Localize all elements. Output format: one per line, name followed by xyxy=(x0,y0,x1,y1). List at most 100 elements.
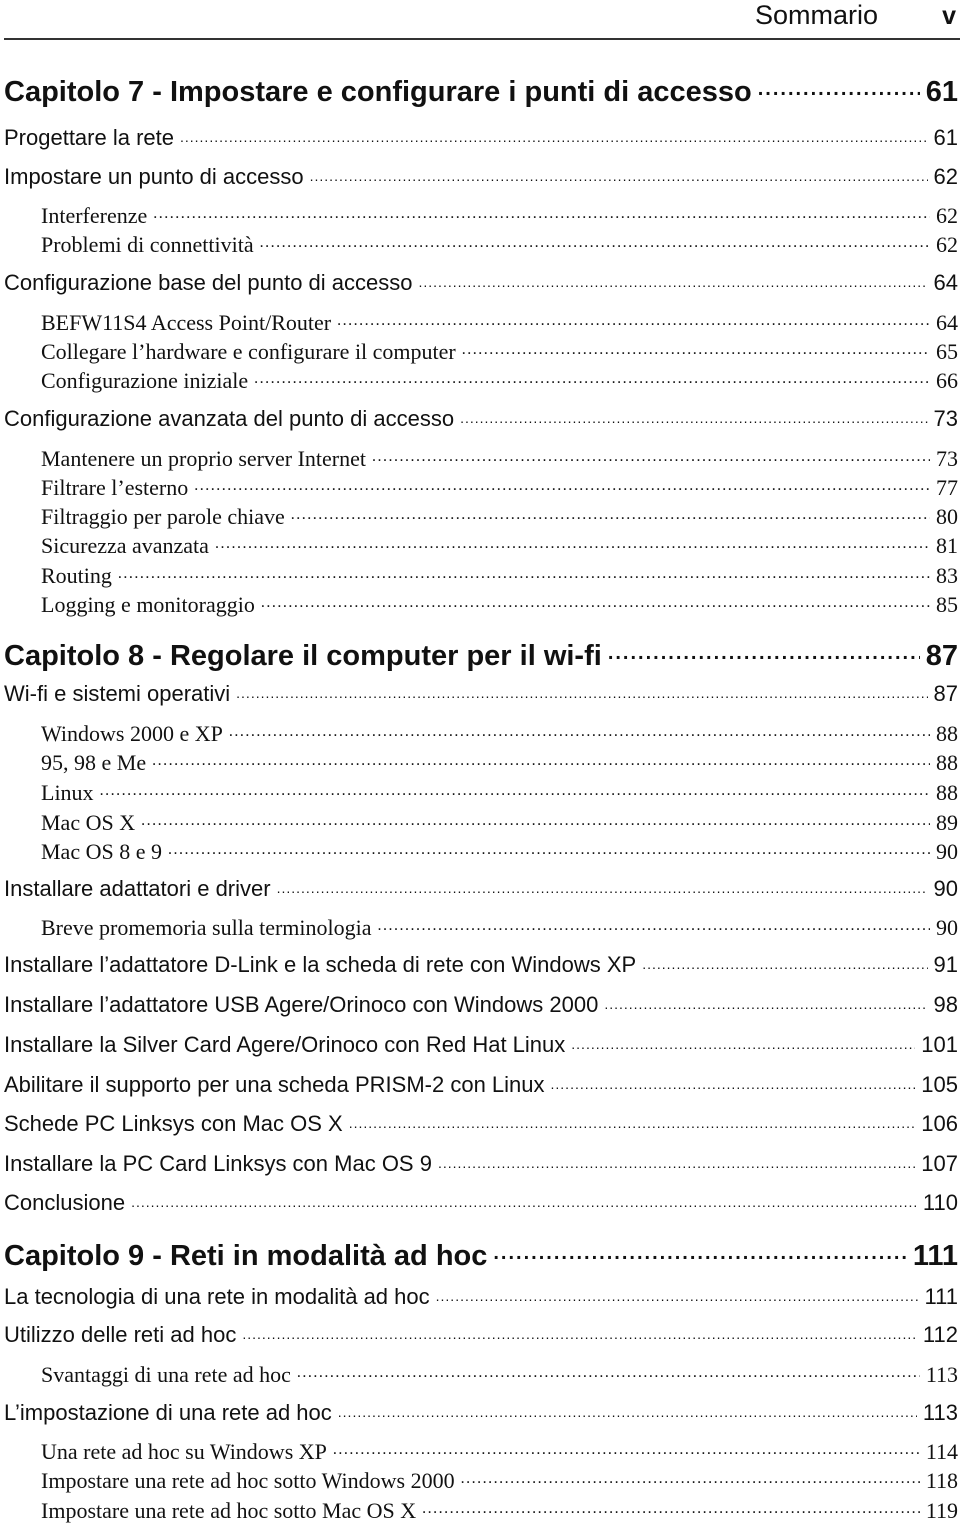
dot-leader xyxy=(141,808,930,830)
toc-entry-section[interactable]: Utilizzo delle reti ad hoc 112 xyxy=(0,1320,958,1348)
toc-entry-page-number: 110 xyxy=(922,1190,958,1215)
toc-entry-title: 95, 98 e Me xyxy=(41,750,147,775)
toc-entry-section[interactable]: Installare adattatori e driver 90 xyxy=(0,874,958,902)
toc-entry-title: Mac OS 8 e 9 xyxy=(41,839,162,864)
toc-entry-page-number: 88 xyxy=(936,750,958,775)
toc-entry-section[interactable]: Configurazione base del punto di accesso… xyxy=(0,268,958,296)
dot-leader xyxy=(229,719,930,741)
dot-leader xyxy=(131,1188,917,1210)
toc-entry-sub[interactable]: Mac OS 8 e 9 90 xyxy=(0,837,958,865)
toc-entry-section[interactable]: Conclusione 110 xyxy=(0,1188,958,1216)
toc-entry-sub[interactable]: Una rete ad hoc su Windows XP 114 xyxy=(0,1437,958,1465)
toc-entry-sub[interactable]: BEFW11S4 Access Point/Router 64 xyxy=(0,308,958,336)
toc-entry-title: Utilizzo delle reti ad hoc xyxy=(4,1322,237,1347)
toc-entry-section[interactable]: Schede PC Linksys con Mac OS X 106 xyxy=(0,1109,958,1137)
running-header: Sommario v xyxy=(0,0,960,38)
toc-entry-sub[interactable]: Collegare l’hardware e configurare il co… xyxy=(0,337,958,365)
dot-leader xyxy=(758,72,920,101)
toc-entry-title: Configurazione avanzata del punto di acc… xyxy=(4,406,455,431)
toc-entry-page-number: 113 xyxy=(925,1362,958,1387)
toc-entry-sub[interactable]: Impostare una rete ad hoc sotto Mac OS X… xyxy=(0,1496,958,1524)
toc-entry-sub[interactable]: Logging e monitoraggio 85 xyxy=(0,590,958,618)
toc-entry-page-number: 113 xyxy=(922,1400,958,1425)
toc-entry-section[interactable]: L’impostazione di una rete ad hoc 113 xyxy=(0,1398,958,1426)
toc-entry-sub[interactable]: Configurazione iniziale 66 xyxy=(0,366,958,394)
toc-entry-title: Una rete ad hoc su Windows XP xyxy=(41,1439,327,1464)
toc-entry-sub[interactable]: Breve promemoria sulla terminologia 90 xyxy=(0,913,958,941)
toc-entry-sub[interactable]: Filtrare l’esterno 77 xyxy=(0,473,958,501)
toc-entry-sub[interactable]: Mac OS X 89 xyxy=(0,808,958,836)
toc-entry-page-number: 83 xyxy=(936,563,958,588)
toc-entry-section[interactable]: Configurazione avanzata del punto di acc… xyxy=(0,404,958,432)
toc-entry-page-number: 105 xyxy=(921,1072,958,1097)
toc-entry-section[interactable]: Installare la PC Card Linksys con Mac OS… xyxy=(0,1149,958,1177)
toc-entry-page-number: 112 xyxy=(922,1322,958,1347)
dot-leader xyxy=(297,1360,920,1382)
toc-entry-page-number: 90 xyxy=(936,839,958,864)
toc-entry-title: Wi-fi e sistemi operativi xyxy=(4,681,231,706)
toc-entry-title: Installare l’adattatore USB Agere/Orinoc… xyxy=(4,992,599,1017)
dot-leader xyxy=(153,201,930,223)
dot-leader xyxy=(422,1496,920,1518)
toc-entry-chapter[interactable]: Capitolo 9 - Reti in modalità ad hoc 111 xyxy=(0,1236,958,1273)
toc-entry-page-number: 77 xyxy=(936,475,958,500)
dot-leader xyxy=(462,337,930,359)
toc-entry-chapter[interactable]: Capitolo 8 - Regolare il computer per il… xyxy=(0,636,958,673)
toc-entry-sub[interactable]: Impostare una rete ad hoc sotto Windows … xyxy=(0,1466,958,1494)
dot-leader xyxy=(215,531,930,553)
toc-entry-title: Filtrare l’esterno xyxy=(41,475,189,500)
dot-leader xyxy=(378,913,930,935)
toc-entry-sub[interactable]: Interferenze 62 xyxy=(0,201,958,229)
toc-entry-title: Routing xyxy=(41,563,112,588)
toc-entry-title: Impostare un punto di accesso xyxy=(4,164,304,189)
dot-leader xyxy=(461,1466,920,1488)
toc-entry-page-number: 106 xyxy=(921,1111,958,1136)
toc-entry-title: Svantaggi di una rete ad hoc xyxy=(41,1362,291,1387)
toc-entry-title: Logging e monitoraggio xyxy=(41,592,255,617)
toc-entry-page-number: 73 xyxy=(936,446,958,471)
toc-entry-sub[interactable]: Filtraggio per parole chiave 80 xyxy=(0,502,958,530)
toc-entry-sub[interactable]: Problemi di connettività 62 xyxy=(0,230,958,258)
dot-leader xyxy=(277,874,928,896)
toc-entry-page-number: 118 xyxy=(925,1468,958,1493)
toc-entry-page-number: 114 xyxy=(925,1439,958,1464)
toc-entry-section[interactable]: Wi-fi e sistemi operativi 87 xyxy=(0,679,958,707)
toc-entry-sub[interactable]: Linux 88 xyxy=(0,778,958,806)
toc-entry-page-number: 89 xyxy=(936,810,958,835)
dot-leader xyxy=(571,1030,915,1052)
toc-entry-sub[interactable]: Mantenere un proprio server Internet 73 xyxy=(0,444,958,472)
dot-leader xyxy=(604,990,927,1012)
toc-entry-chapter[interactable]: Capitolo 7 - Impostare e configurare i p… xyxy=(0,72,958,109)
toc-entry-sub[interactable]: 95, 98 e Me 88 xyxy=(0,748,958,776)
toc-entry-section[interactable]: Abilitare il supporto per una scheda PRI… xyxy=(0,1070,958,1098)
toc-entry-page-number: 85 xyxy=(936,592,958,617)
toc-entry-title: Breve promemoria sulla terminologia xyxy=(41,915,372,940)
toc-entry-title: Sicurezza avanzata xyxy=(41,533,209,558)
toc-entry-page-number: 66 xyxy=(936,368,958,393)
toc-entry-page-number: 64 xyxy=(933,270,958,295)
toc-entry-section[interactable]: Installare l’adattatore USB Agere/Orinoc… xyxy=(0,990,958,1018)
dot-leader xyxy=(194,473,930,495)
toc-entry-section[interactable]: Installare l’adattatore D-Link e la sche… xyxy=(0,950,958,978)
toc-entry-title: Capitolo 9 - Reti in modalità ad hoc xyxy=(4,1240,488,1272)
toc-entry-sub[interactable]: Windows 2000 e XP 88 xyxy=(0,719,958,747)
toc-entry-section[interactable]: La tecnologia di una rete in modalità ad… xyxy=(0,1282,958,1310)
toc-entry-title: Mac OS X xyxy=(41,810,136,835)
toc-entry-sub[interactable]: Sicurezza avanzata 81 xyxy=(0,531,958,559)
toc-entry-page-number: 61 xyxy=(933,125,958,150)
toc-entry-section[interactable]: Progettare la rete 61 xyxy=(0,123,958,151)
toc-entry-sub[interactable]: Routing 83 xyxy=(0,561,958,589)
toc-entry-page-number: 111 xyxy=(912,1240,958,1272)
toc-entry-title: Problemi di connettività xyxy=(41,232,254,257)
toc-entry-section[interactable]: Impostare un punto di accesso 62 xyxy=(0,162,958,190)
toc-entry-page-number: 64 xyxy=(936,310,958,335)
toc-entry-page-number: 61 xyxy=(925,76,958,108)
toc-entry-section[interactable]: Installare la Silver Card Agere/Orinoco … xyxy=(0,1030,958,1058)
toc-entry-sub[interactable]: Svantaggi di una rete ad hoc 113 xyxy=(0,1360,958,1388)
toc-entry-page-number: 73 xyxy=(933,406,958,431)
toc-entry-page-number: 107 xyxy=(921,1151,958,1176)
dot-leader xyxy=(168,837,930,859)
toc-entry-page-number: 90 xyxy=(936,915,958,940)
dot-leader xyxy=(493,1236,906,1265)
toc-entry-page-number: 87 xyxy=(933,681,958,706)
